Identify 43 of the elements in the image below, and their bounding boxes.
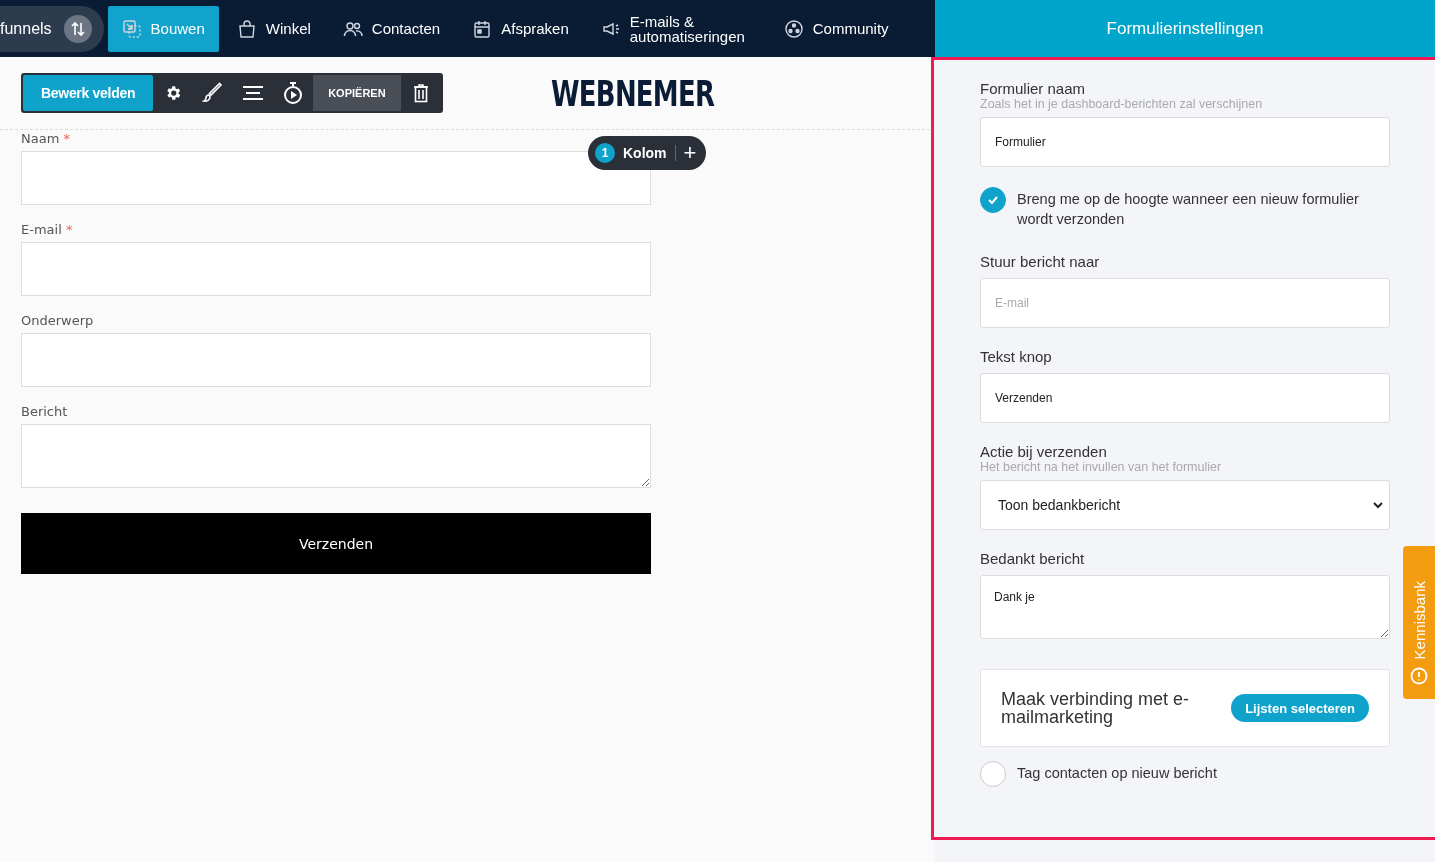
checkbox-label: Tag contacten op nieuw bericht: [1017, 764, 1217, 783]
input-field[interactable]: Formulier: [980, 117, 1390, 167]
swap-arrows-icon: [63, 14, 92, 43]
nav-item[interactable]: Afspraken: [458, 5, 583, 52]
field-label: Bedankt bericht: [980, 550, 1086, 567]
nav-item[interactable]: Community: [769, 5, 903, 52]
submit-button[interactable]: Verzenden: [21, 513, 651, 574]
field-hint: Zoals het in je dashboard-berichten zal verschijnen: [980, 97, 1264, 111]
nav-item[interactable]: Winkel: [222, 5, 325, 52]
input-field[interactable]: Verzenden: [980, 373, 1390, 423]
textarea-field[interactable]: Dank je: [980, 575, 1390, 639]
funnels-switcher[interactable]: funnels: [0, 5, 104, 52]
checkbox[interactable]: [980, 761, 1006, 787]
field-label: Tekst knop: [980, 348, 1053, 365]
checkbox[interactable]: [980, 187, 1006, 213]
field-hint: Het bericht na het invullen van het formulier: [980, 460, 1223, 474]
copy-button[interactable]: KOPIËREN: [313, 75, 401, 111]
calendar-icon: [472, 18, 493, 39]
info-icon: [1410, 667, 1428, 685]
add-column-button[interactable]: +: [683, 142, 697, 164]
field-label: Stuur bericht naar: [980, 253, 1101, 270]
field-label: Formulier naam: [980, 80, 1087, 97]
input-field[interactable]: [21, 242, 651, 296]
select-field[interactable]: Toon bedankbericht: [980, 480, 1390, 530]
community-icon: [783, 18, 804, 39]
connect-title: Maak verbinding met e-mailmarketing: [1001, 690, 1191, 726]
chevron-down-icon: [1373, 501, 1383, 509]
input-field[interactable]: [21, 333, 651, 387]
build-icon: [121, 18, 142, 39]
field-label: Onderwerp: [21, 313, 95, 328]
logo-text: WEBNEMER: [550, 72, 714, 114]
checkmark-icon: [987, 195, 999, 205]
checkbox-label: Breng me op de hoogte wanneer een nieuw formulier wordt verzonden: [1017, 190, 1360, 229]
nav-item[interactable]: Contacten: [328, 5, 455, 52]
panel-header: Formulierinstellingen: [935, 0, 1435, 57]
shopping-bag-icon: [236, 18, 257, 39]
field-label: Actie bij verzenden: [980, 443, 1108, 460]
field-label: Bericht: [21, 404, 69, 419]
field-label: E-mail *: [21, 222, 74, 237]
nav-item[interactable]: E-mails & automatiseringen: [586, 5, 766, 52]
field-label: Naam *: [21, 131, 71, 146]
input-field[interactable]: E-mail: [980, 278, 1390, 328]
message-field[interactable]: [21, 424, 651, 488]
